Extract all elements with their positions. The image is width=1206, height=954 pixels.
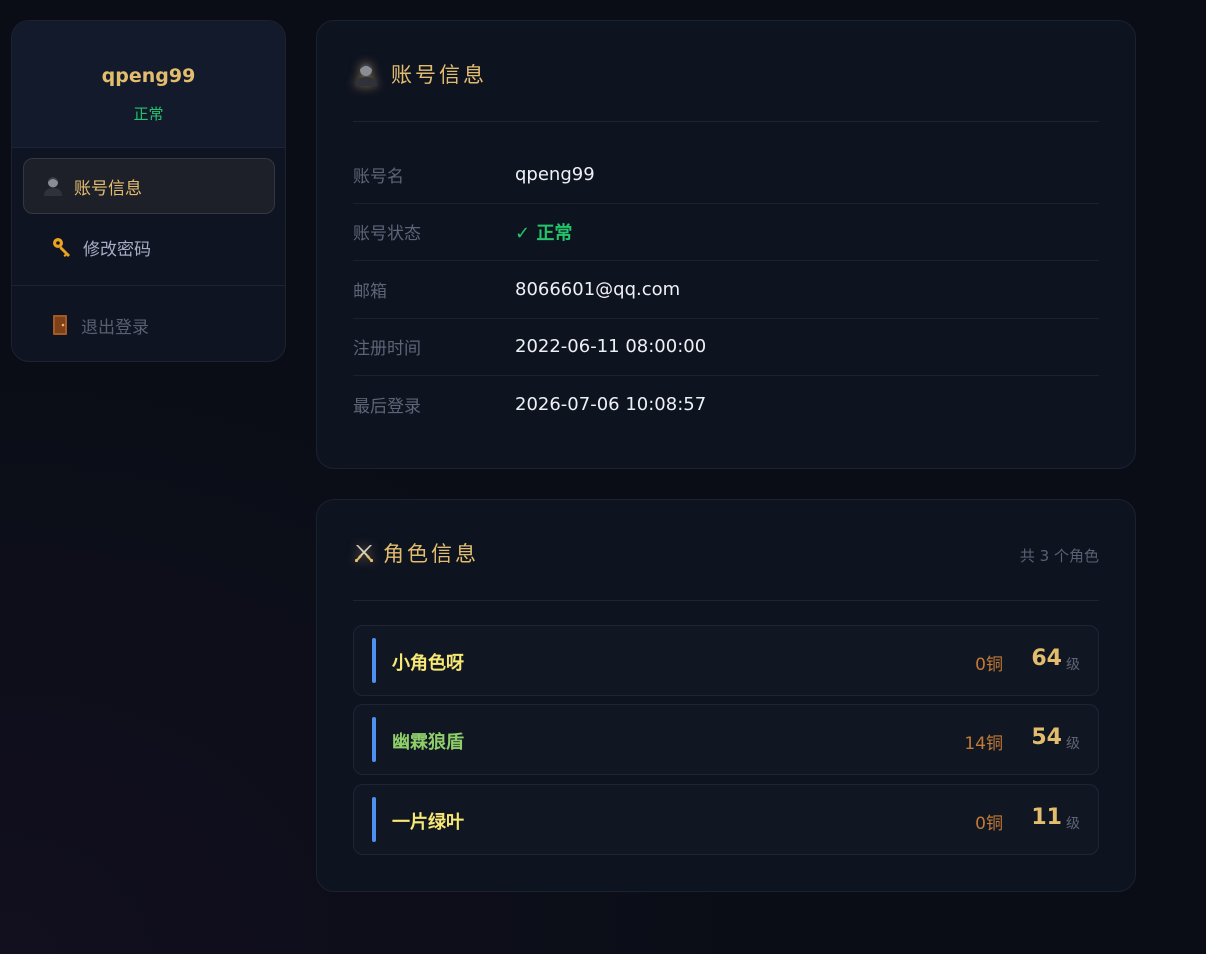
crossed-swords-icon xyxy=(354,545,374,563)
card-divider xyxy=(353,600,1099,601)
role-level: 54 xyxy=(1031,725,1062,750)
sidebar-status: 正常 xyxy=(133,105,164,123)
role-row[interactable]: 一片绿叶 0铜 11 级 xyxy=(353,784,1099,855)
role-info-card: 角色信息 共 3 个角色 小角色呀 0铜 64 级 幽霖狼盾 14铜 54 级 … xyxy=(316,499,1136,892)
sidebar-item-label: 修改密码 xyxy=(83,239,151,260)
info-row-account-status: 账号状态 ✓ 正常 xyxy=(353,203,1099,261)
card-divider xyxy=(353,121,1099,122)
sidebar: qpeng99 正常 账号信息 修改密码 退出登录 xyxy=(11,20,286,362)
person-icon xyxy=(44,177,62,196)
key-icon xyxy=(53,238,70,257)
info-value: 8066601@qq.com xyxy=(515,279,681,300)
info-label: 最后登录 xyxy=(353,397,421,417)
role-level-unit: 级 xyxy=(1066,736,1080,752)
role-level: 64 xyxy=(1031,646,1062,671)
role-name: 小角色呀 xyxy=(392,653,464,674)
info-label: 邮箱 xyxy=(353,282,387,302)
role-accent-bar xyxy=(372,797,376,842)
role-money: 0铜 xyxy=(975,655,1003,675)
role-count: 共 3 个角色 xyxy=(1019,547,1099,565)
account-card-title-text: 账号信息 xyxy=(391,63,487,87)
role-money: 0铜 xyxy=(975,814,1003,834)
info-row-email: 邮箱 8066601@qq.com xyxy=(353,261,1099,319)
info-row-last-login: 最后登录 2026-07-06 10:08:57 xyxy=(353,376,1099,433)
role-card-title-text: 角色信息 xyxy=(383,542,479,566)
role-card-title: 角色信息 xyxy=(353,538,479,568)
info-row-account-name: 账号名 qpeng99 xyxy=(353,146,1099,204)
status-badge: ✓ 正常 xyxy=(515,222,573,244)
role-accent-bar xyxy=(372,717,376,762)
role-row[interactable]: 小角色呀 0铜 64 级 xyxy=(353,625,1099,696)
role-money: 14铜 xyxy=(964,734,1003,754)
door-icon xyxy=(53,315,67,335)
sidebar-item-label: 退出登录 xyxy=(81,317,149,338)
info-value: qpeng99 xyxy=(515,164,595,185)
info-value: 2022-06-11 08:00:00 xyxy=(515,336,707,357)
sidebar-divider xyxy=(12,285,285,286)
info-label: 注册时间 xyxy=(353,339,421,359)
person-icon xyxy=(355,63,377,86)
info-label: 账号状态 xyxy=(353,224,421,244)
sidebar-profile: qpeng99 正常 xyxy=(12,21,285,148)
role-level: 11 xyxy=(1031,805,1062,830)
role-level-unit: 级 xyxy=(1066,816,1080,832)
info-label: 账号名 xyxy=(353,167,404,187)
info-row-register-time: 注册时间 2022-06-11 08:00:00 xyxy=(353,318,1099,376)
sidebar-item-change-password[interactable]: 修改密码 xyxy=(23,219,275,275)
account-card-title: 账号信息 xyxy=(353,59,487,89)
role-name: 幽霖狼盾 xyxy=(392,732,464,753)
sidebar-username: qpeng99 xyxy=(101,65,196,87)
role-level-unit: 级 xyxy=(1066,657,1080,673)
sidebar-item-logout[interactable]: 退出登录 xyxy=(23,297,275,353)
info-value: 2026-07-06 10:08:57 xyxy=(515,394,707,415)
account-info-card: 账号信息 账号名 qpeng99 账号状态 ✓ 正常 邮箱 8066601@qq… xyxy=(316,20,1136,469)
sidebar-item-account-info[interactable]: 账号信息 xyxy=(23,158,275,214)
role-name: 一片绿叶 xyxy=(392,812,464,833)
role-accent-bar xyxy=(372,638,376,683)
role-row[interactable]: 幽霖狼盾 14铜 54 级 xyxy=(353,704,1099,775)
sidebar-item-label: 账号信息 xyxy=(74,178,142,199)
